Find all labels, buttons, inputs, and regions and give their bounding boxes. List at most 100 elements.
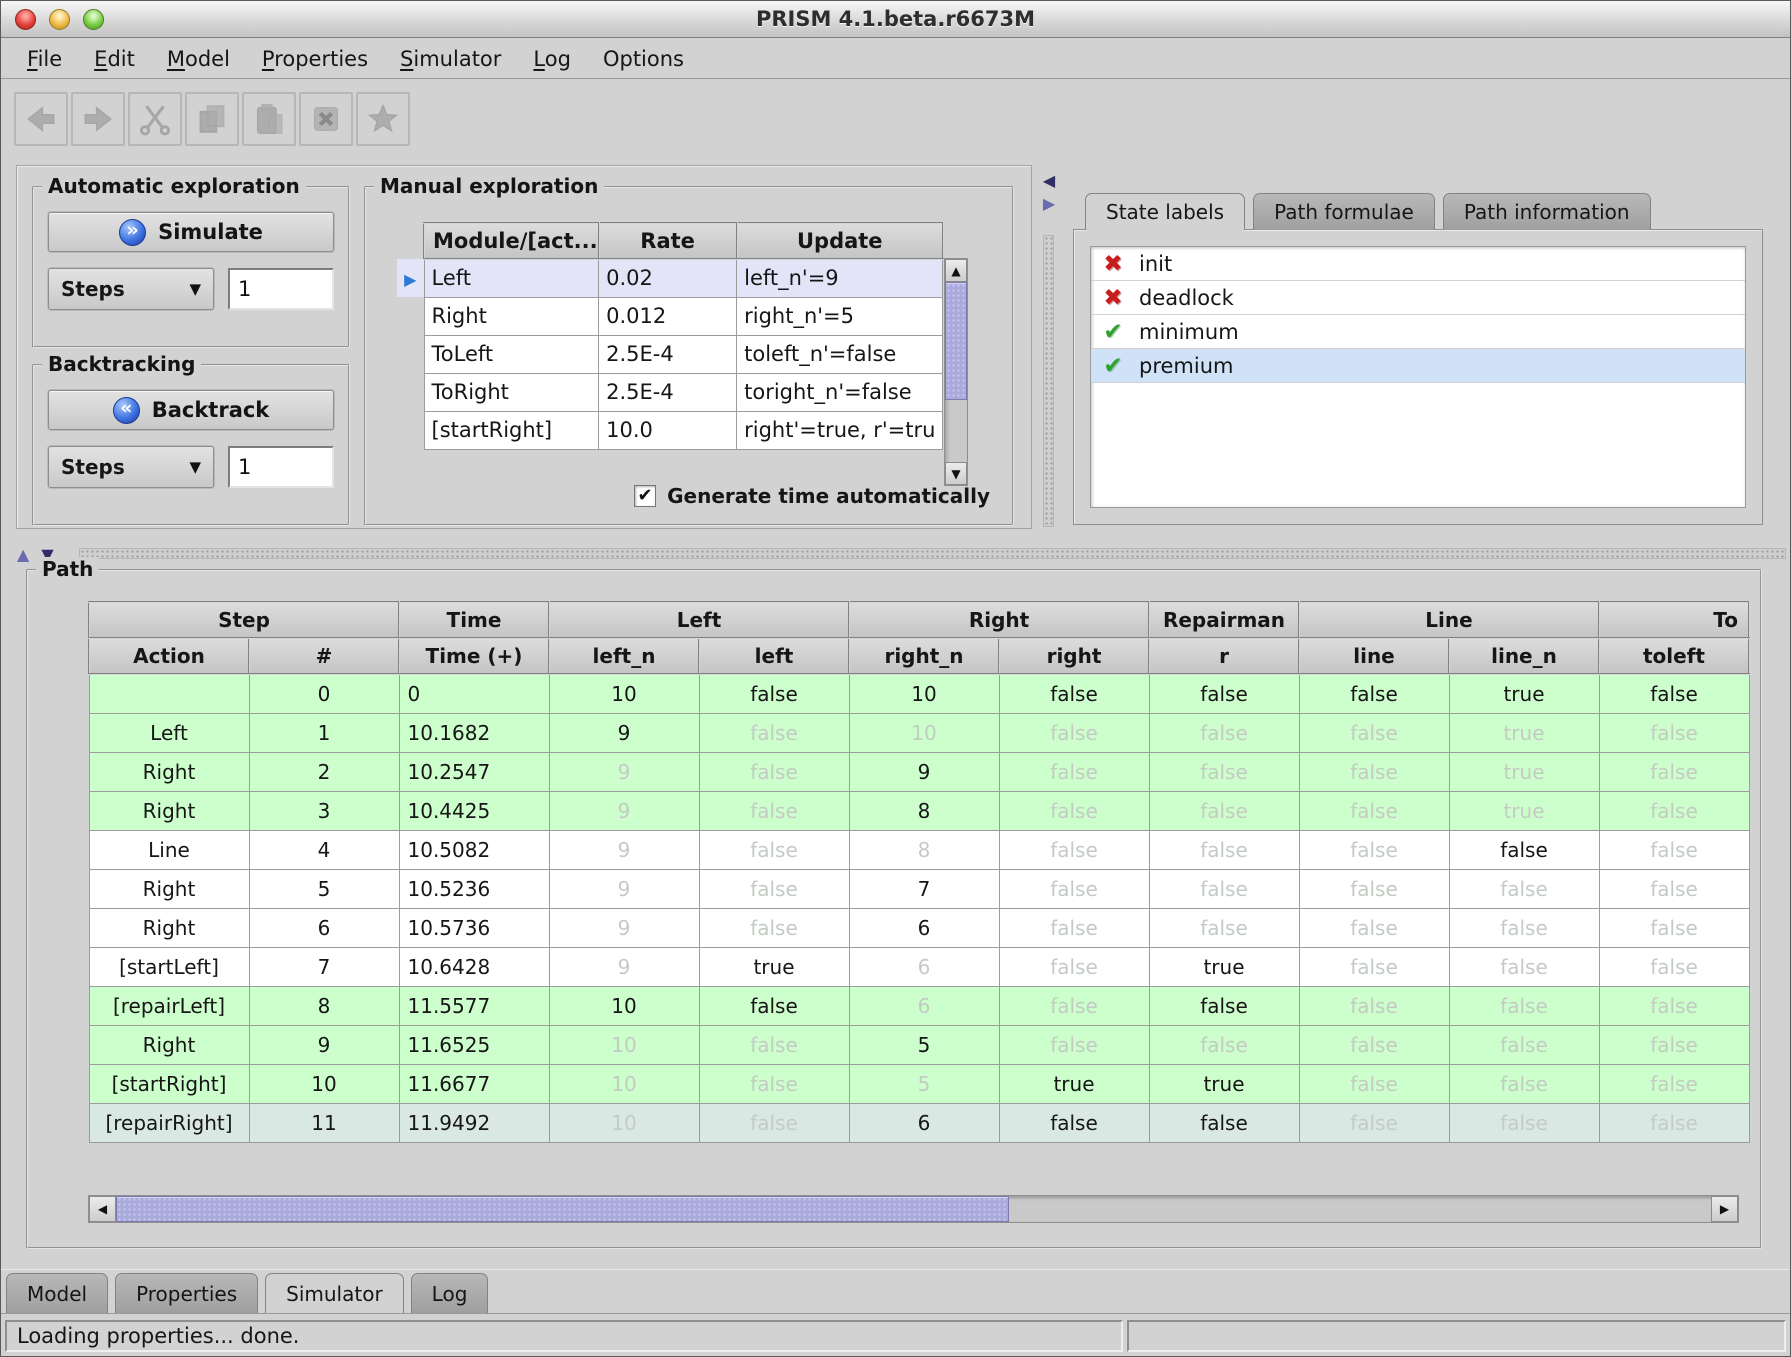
cell-value: false	[699, 791, 849, 830]
tab-model[interactable]: Model	[6, 1273, 108, 1313]
cross-icon: ✖	[1100, 285, 1126, 311]
cell-step-number: 11	[249, 1103, 399, 1142]
path-row[interactable]: Right610.57369false6falsefalsefalsefalse…	[89, 908, 1749, 947]
menu-item-file[interactable]: File	[11, 47, 78, 71]
generate-time-checkbox[interactable]	[634, 485, 656, 507]
cell-value: false	[1299, 830, 1449, 869]
cell-value: false	[1449, 908, 1599, 947]
cell-action: Right	[89, 869, 249, 908]
menu-item-options[interactable]: Options	[587, 47, 700, 71]
collapse-right-icon[interactable]: ▶	[1043, 194, 1055, 213]
cell-action: Right	[89, 908, 249, 947]
path-row[interactable]: Left110.16829false10falsefalsefalsetruef…	[89, 713, 1749, 752]
tab-properties[interactable]: Properties	[115, 1273, 258, 1313]
cell-step-number: 5	[249, 869, 399, 908]
cell-value: false	[999, 1103, 1149, 1142]
redo-icon[interactable]	[71, 92, 125, 146]
menu-item-edit[interactable]: Edit	[78, 47, 151, 71]
cell-value: false	[1449, 1064, 1599, 1103]
cell-time: 11.6525	[399, 1025, 549, 1064]
scroll-down-icon[interactable]: ▼	[945, 462, 967, 485]
vertical-splitter[interactable]: ◀ ▶	[1037, 163, 1061, 533]
collapse-left-icon[interactable]: ◀	[1043, 171, 1055, 190]
path-col-left: left	[699, 638, 849, 674]
menu-item-properties[interactable]: Properties	[246, 47, 384, 71]
backtrack-steps-combo[interactable]: Steps ▼	[48, 446, 214, 488]
rewind-icon: «	[113, 397, 140, 424]
cell-value: false	[699, 713, 849, 752]
scrollbar-thumb[interactable]	[116, 1196, 1009, 1222]
scroll-up-icon[interactable]: ▲	[945, 259, 967, 282]
path-row[interactable]: Right310.44259false8falsefalsefalsetruef…	[89, 791, 1749, 830]
cell-value: false	[1149, 1103, 1299, 1142]
menu-item-model[interactable]: Model	[151, 47, 246, 71]
path-row[interactable]: Line410.50829false8falsefalsefalsefalsef…	[89, 830, 1749, 869]
cell-value: true	[1449, 791, 1599, 830]
tab-log[interactable]: Log	[411, 1273, 489, 1313]
path-row[interactable]: Right510.52369false7falsefalsefalsefalse…	[89, 869, 1749, 908]
collapse-up-icon[interactable]: ▲	[17, 545, 29, 564]
path-row[interactable]: [startLeft]710.64289true6falsetruefalsef…	[89, 947, 1749, 986]
scroll-left-icon[interactable]: ◀	[89, 1196, 116, 1222]
state-label-item-premium[interactable]: ✔premium	[1091, 349, 1745, 383]
simulate-button[interactable]: » Simulate	[48, 212, 334, 252]
undo-icon[interactable]	[14, 92, 68, 146]
cell-step-number: 4	[249, 830, 399, 869]
horizontal-splitter[interactable]: ▲ ▼	[1, 541, 1790, 565]
tab-path-information[interactable]: Path information	[1443, 193, 1651, 230]
tab-state-labels[interactable]: State labels	[1085, 193, 1245, 230]
manual-table-scrollbar[interactable]: ▲ ▼	[944, 258, 968, 486]
path-row[interactable]: [startRight]1011.667710false5truetruefal…	[89, 1064, 1749, 1103]
title-bar[interactable]: PRISM 4.1.beta.r6673M	[1, 1, 1790, 38]
path-row[interactable]: [repairLeft]811.557710false6falsefalsefa…	[89, 986, 1749, 1025]
manual-row[interactable]: Right0.012right_n'=5	[397, 297, 943, 335]
delete-icon[interactable]	[299, 92, 353, 146]
path-row[interactable]: Right210.25479false9falsefalsefalsetruef…	[89, 752, 1749, 791]
simulate-steps-input[interactable]	[228, 268, 334, 310]
splitter-grip[interactable]	[79, 548, 1786, 559]
manual-row[interactable]: ▶Left0.02left_n'=9	[397, 259, 943, 297]
path-row[interactable]: Right911.652510false5falsefalsefalsefals…	[89, 1025, 1749, 1064]
manual-col-rate: Rate	[599, 223, 737, 259]
state-label-text: premium	[1139, 354, 1233, 378]
menu-item-log[interactable]: Log	[517, 47, 587, 71]
cell-value: false	[999, 791, 1149, 830]
backtrack-button[interactable]: « Backtrack	[48, 390, 334, 430]
cell-action: Right	[89, 791, 249, 830]
state-label-item-init[interactable]: ✖init	[1091, 247, 1745, 281]
close-window-icon[interactable]	[15, 9, 36, 30]
simulate-steps-combo[interactable]: Steps ▼	[48, 268, 214, 310]
generate-time-label: Generate time automatically	[667, 484, 990, 508]
scroll-right-icon[interactable]: ▶	[1711, 1196, 1738, 1222]
tab-simulator[interactable]: Simulator	[265, 1273, 404, 1313]
cell-value: false	[1449, 947, 1599, 986]
manual-row[interactable]: ToLeft2.5E-4toleft_n'=false	[397, 335, 943, 373]
splitter-grip[interactable]	[1043, 235, 1054, 527]
backtrack-steps-input[interactable]	[228, 446, 334, 488]
path-group-repairman: Repairman	[1149, 602, 1299, 638]
tab-path-formulae[interactable]: Path formulae	[1253, 193, 1435, 230]
manual-header-row: Module/[act...RateUpdate	[397, 223, 943, 259]
path-table-scrollbar[interactable]: ◀ ▶	[88, 1195, 1739, 1223]
star-icon[interactable]	[356, 92, 410, 146]
cell-step-number: 0	[249, 674, 399, 713]
path-row[interactable]: [repairRight]1111.949210false6falsefalse…	[89, 1103, 1749, 1142]
menu-item-simulator[interactable]: Simulator	[384, 47, 517, 71]
state-label-item-minimum[interactable]: ✔minimum	[1091, 315, 1745, 349]
zoom-window-icon[interactable]	[83, 9, 104, 30]
path-col-line: line	[1299, 638, 1449, 674]
cell-value: false	[1299, 908, 1449, 947]
manual-row[interactable]: [startRight]10.0right'=true, r'=tru	[397, 411, 943, 449]
scrollbar-thumb[interactable]	[945, 282, 967, 400]
manual-row[interactable]: ToRight2.5E-4toright_n'=false	[397, 373, 943, 411]
cell-value: false	[999, 674, 1149, 713]
cell-value: false	[1449, 1025, 1599, 1064]
cut-icon[interactable]	[128, 92, 182, 146]
state-label-item-deadlock[interactable]: ✖deadlock	[1091, 281, 1745, 315]
cell-time: 10.6428	[399, 947, 549, 986]
cell-value: false	[1299, 713, 1449, 752]
copy-icon[interactable]	[185, 92, 239, 146]
paste-icon[interactable]	[242, 92, 296, 146]
path-row[interactable]: 0010false10falsefalsefalsetruefalse	[89, 674, 1749, 713]
minimize-window-icon[interactable]	[49, 9, 70, 30]
